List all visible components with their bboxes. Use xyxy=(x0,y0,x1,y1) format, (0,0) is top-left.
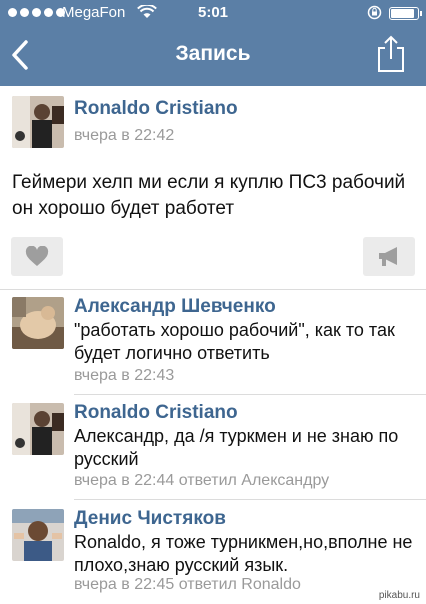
like-button[interactable] xyxy=(11,237,63,276)
comment-timestamp: вчера в 22:43 xyxy=(74,367,175,384)
comment-avatar[interactable] xyxy=(12,509,64,561)
page-title: Запись xyxy=(175,42,251,65)
share-icon[interactable] xyxy=(374,34,408,74)
watermark: pikabu.ru xyxy=(378,590,420,601)
comment-text: Ronaldo, я тоже турникмен,но,вполне не п… xyxy=(74,532,413,575)
battery-icon xyxy=(389,7,422,20)
divider xyxy=(74,394,426,395)
comment-author-name[interactable]: Денис Чистяков xyxy=(74,508,226,530)
rotation-lock-icon xyxy=(367,5,382,20)
comment-author-name[interactable]: Александр Шевченко xyxy=(74,296,276,318)
comment-author-name[interactable]: Ronaldo Cristiano xyxy=(74,402,238,424)
post-text: Геймери хелп ми если я куплю ПС3 рабочий… xyxy=(12,172,406,219)
top-bar: MegaFon 5:01 Запись xyxy=(0,0,426,86)
comment-avatar[interactable] xyxy=(12,297,64,349)
nav-bar: Запись xyxy=(0,26,426,86)
divider xyxy=(74,499,426,500)
divider xyxy=(0,289,426,290)
post-author-name[interactable]: Ronaldo Cristiano xyxy=(74,98,238,120)
comment-timestamp: вчера в 22:44 ответил Александру xyxy=(74,472,330,489)
megaphone-icon xyxy=(379,247,397,266)
repost-button[interactable] xyxy=(363,237,415,276)
comment-timestamp: вчера в 22:45 ответил Ronaldo xyxy=(74,576,301,593)
comment-avatar[interactable] xyxy=(12,403,64,455)
heart-icon xyxy=(25,246,49,266)
battery-level xyxy=(391,9,414,18)
status-bar: MegaFon 5:01 xyxy=(0,0,426,26)
comment-text: Александр, да /я туркмен и не знаю по ру… xyxy=(74,426,399,469)
post-timestamp: вчера в 22:42 xyxy=(74,127,175,144)
comment-text: "работать хорошо рабочий", как то так бу… xyxy=(74,320,395,363)
post-author-avatar[interactable] xyxy=(12,96,64,148)
status-time: 5:01 xyxy=(197,4,229,21)
